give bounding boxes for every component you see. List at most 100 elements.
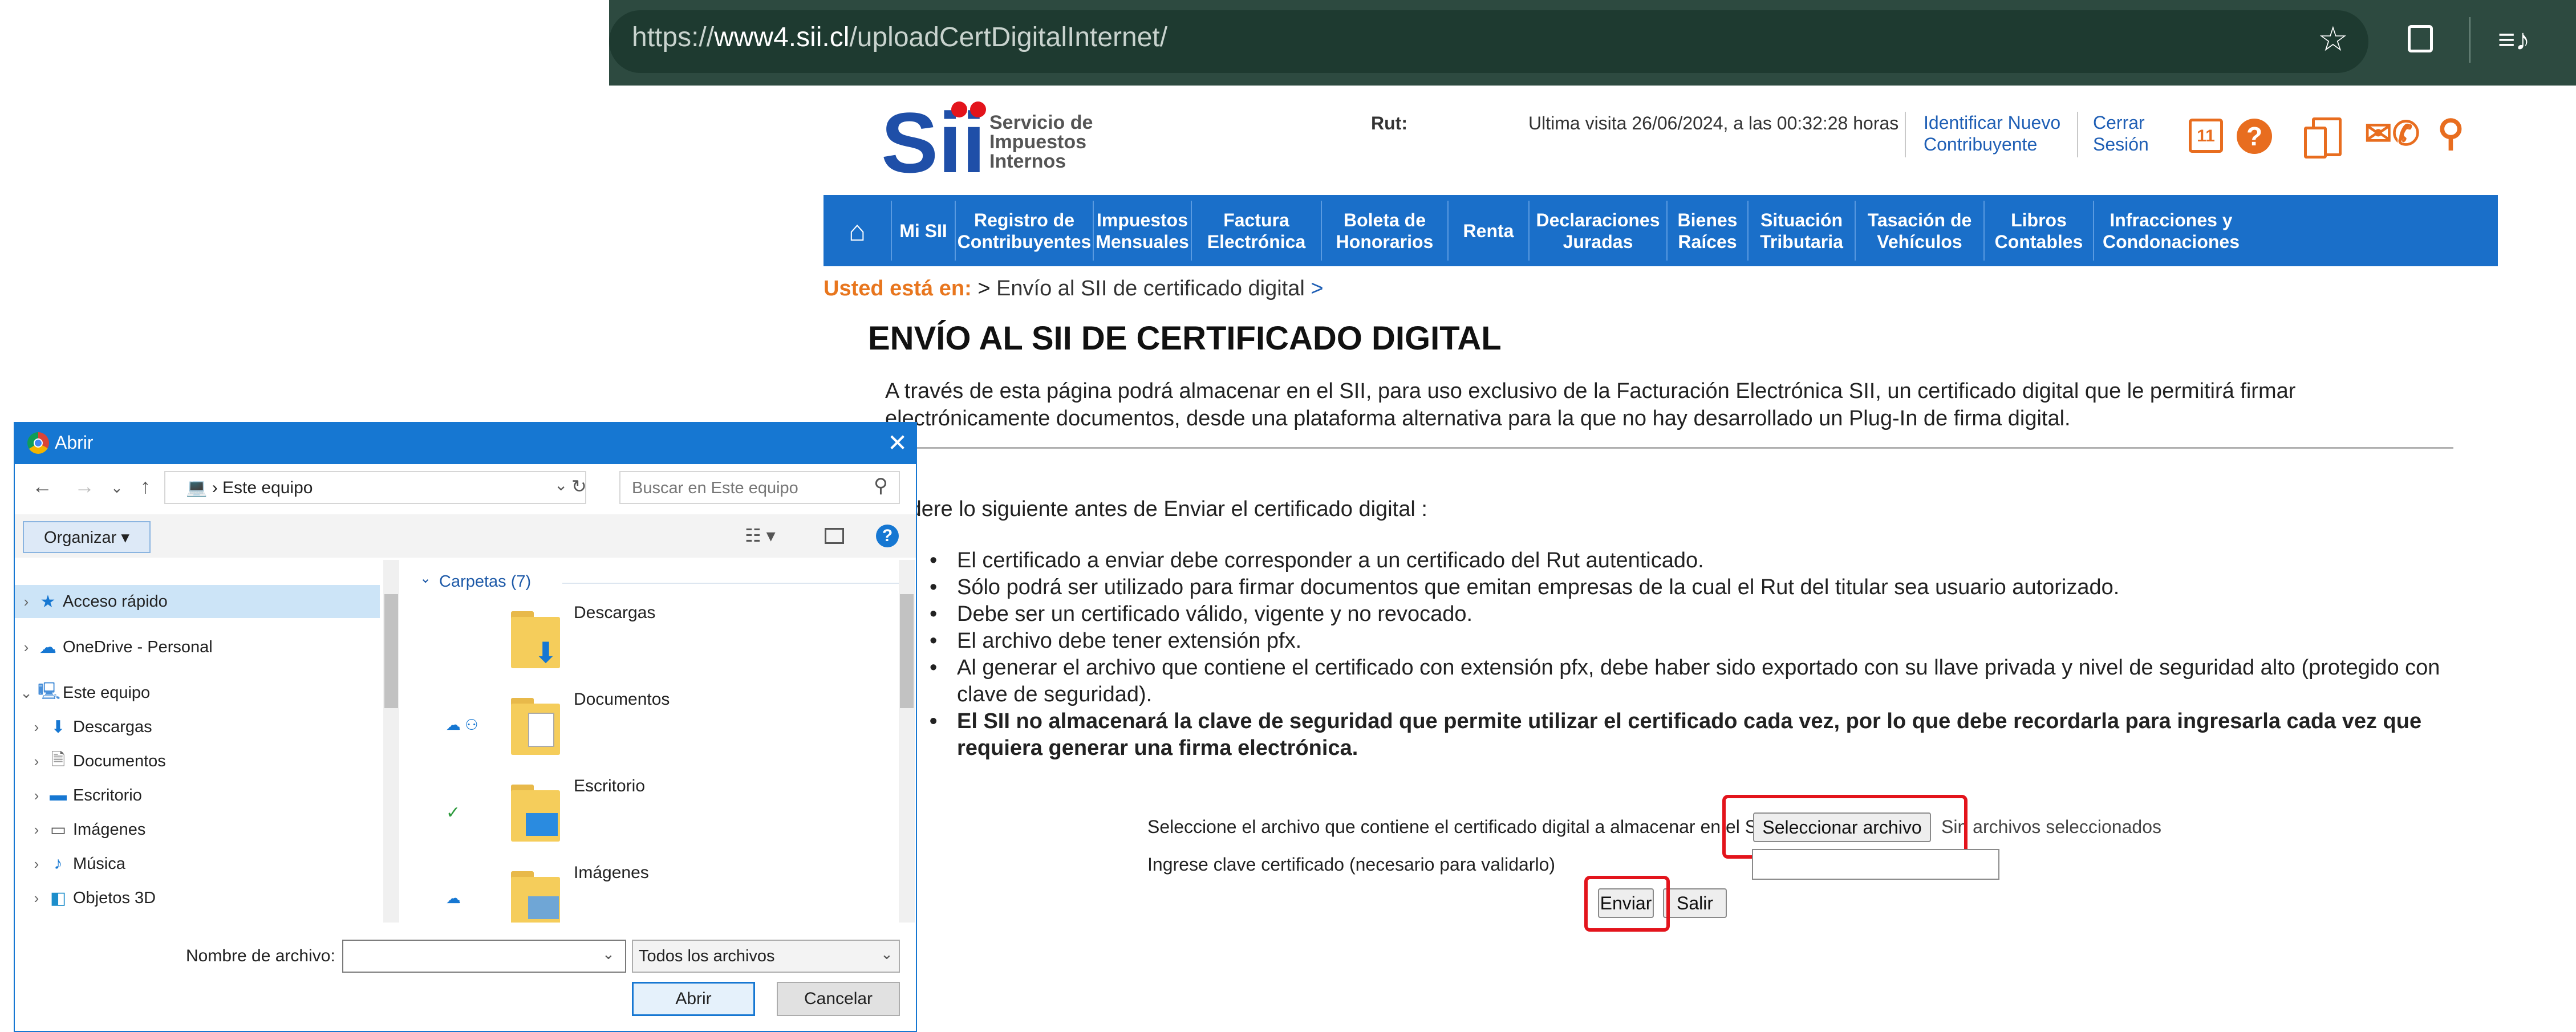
navigation-tree: › ★ Acceso rápido › ☁ OneDrive - Personal ⌄ 🖳… [15, 560, 380, 923]
extensions-icon[interactable] [2408, 25, 2433, 52]
chevron-down-icon[interactable]: ⌄ [554, 476, 567, 494]
tree-item-pictures[interactable]: › ▭ Imágenes [15, 813, 380, 846]
files-scrollbar-thumb[interactable] [900, 594, 914, 708]
rut-label: Rut: [1371, 113, 1407, 133]
download-icon: ⬇ [534, 637, 558, 669]
download-icon: ⬇ [51, 717, 66, 737]
list-item: Al generar el archivo que contiene el ce… [925, 655, 2476, 708]
star-icon[interactable]: ☆ [2318, 19, 2348, 59]
nav-item-tasacion[interactable]: Tasación de Vehículos [1856, 195, 1983, 266]
breadcrumb[interactable]: 💻 › Este equipo [186, 478, 313, 498]
cloud-icon: ☁ ⚇ [446, 716, 478, 733]
nav-item-renta[interactable]: Renta [1449, 195, 1528, 266]
header-separator [2077, 112, 2078, 157]
nav-item-bienes[interactable]: Bienes Raíces [1668, 195, 1747, 266]
exit-button[interactable]: Salir [1663, 888, 1727, 918]
view-options-icon[interactable]: ☷ ▾ [745, 525, 776, 546]
list-item: El SII no almacenará la clave de segurid… [925, 708, 2476, 762]
help-icon[interactable]: ? [876, 525, 899, 547]
image-icon: ▭ [50, 820, 67, 839]
identify-contributor-link[interactable]: Identificar Nuevo Contribuyente [1924, 112, 2060, 155]
address-url[interactable]: https://www4.sii.cl/uploadCertDigitalInt… [632, 22, 1167, 53]
tree-item-desktop[interactable]: › ▬ Escritorio [15, 779, 380, 812]
organize-button[interactable]: Organizar ▾ [23, 521, 151, 553]
nav-item-situacion[interactable]: Situación Tributaria [1749, 195, 1855, 266]
nav-item-declaraciones[interactable]: Declaraciones Juradas [1530, 195, 1666, 266]
document-icon: 🗎 [51, 750, 66, 769]
cloud-icon: ☁ [446, 889, 461, 907]
tree-item-quick-access[interactable]: › ★ Acceso rápido [15, 585, 380, 618]
open-button[interactable]: Abrir [632, 982, 755, 1016]
file-label: Seleccione el archivo que contiene el ce… [1147, 816, 1767, 837]
cloud-icon: ☁ [39, 637, 56, 657]
file-open-dialog: Abrir ✕ ← → ⌄ ↑ 💻 › Este equipo ⌄ ↻ Busc… [14, 422, 917, 1032]
refresh-icon[interactable]: ↻ [571, 476, 587, 497]
considerations-list: El certificado a enviar debe corresponde… [925, 547, 2476, 762]
forward-icon[interactable]: → [74, 474, 95, 498]
dialog-titlebar[interactable] [15, 423, 916, 464]
search-icon[interactable]: ⚲ [874, 474, 888, 497]
folder-item[interactable]: ✓ Escritorio [408, 773, 899, 859]
nav-item-mi-sii[interactable]: Mi SII [892, 195, 955, 266]
star-icon: ★ [40, 592, 56, 611]
cancel-button[interactable]: Cancelar [777, 982, 900, 1016]
folder-icon: ⬇ [511, 611, 562, 669]
contact-icon[interactable]: ✉✆ [2364, 114, 2420, 153]
considerations-heading: nsidere lo siguiente antes de Enviar el … [882, 497, 1427, 521]
list-item: Sólo podrá ser utilizado para firmar doc… [925, 574, 2476, 601]
no-file-status: Sin archivos seleccionados [1941, 816, 2161, 837]
nav-item-factura[interactable]: Factura Electrónica [1192, 195, 1321, 266]
dialog-title: Abrir [55, 432, 94, 453]
chevron-down-icon[interactable]: ⌄ [420, 570, 431, 587]
tree-item-3d-objects[interactable]: › ◧ Objetos 3D [15, 881, 380, 915]
help-icon[interactable]: ? [2237, 119, 2272, 154]
nav-item-impuestos[interactable]: Impuestos Mensuales [1094, 195, 1191, 266]
search-placeholder: Buscar en Este equipo [632, 479, 798, 497]
computer-icon: 🖳 [38, 681, 61, 701]
header-separator [1905, 112, 1906, 157]
desktop-icon [526, 813, 558, 836]
calendar-icon[interactable]: 11 [2189, 119, 2223, 153]
home-icon[interactable]: ⌂ [823, 195, 891, 266]
highlight-submit [1584, 876, 1670, 932]
tree-item-documents[interactable]: › 🗎 Documentos [15, 745, 380, 778]
main-nav: ⌂ Mi SII Registro de Contribuyentes Impue… [823, 195, 2498, 266]
media-icon[interactable]: ≡♪ [2498, 23, 2530, 57]
tree-item-this-pc[interactable]: ⌄ 🖳 Este equipo [15, 676, 380, 709]
chevron-down-icon[interactable]: ⌄ [111, 479, 123, 497]
folder-item[interactable]: ☁ ⚇ Documentos [408, 686, 899, 772]
tree-item-onedrive[interactable]: › ☁ OneDrive - Personal [15, 631, 380, 664]
file-type-select[interactable]: Todos los archivos [632, 940, 900, 973]
image-icon [528, 896, 559, 919]
filename-field[interactable] [342, 940, 626, 973]
sii-logo[interactable]: Sii [881, 98, 987, 181]
nav-item-libros[interactable]: Libros Contables [1985, 195, 2093, 266]
desktop-icon: ▬ [50, 786, 67, 805]
folder-item[interactable]: ☁ Imágenes [408, 860, 899, 923]
list-item: El certificado a enviar debe corresponde… [925, 547, 2476, 574]
logout-link[interactable]: Cerrar Sesión [2093, 112, 2149, 155]
nav-item-infracciones[interactable]: Infracciones y Condonaciones [2094, 195, 2248, 266]
up-icon[interactable]: ↑ [140, 474, 151, 498]
breadcrumb-current[interactable]: Envío al SII de certificado digital [996, 277, 1305, 300]
password-field[interactable] [1752, 849, 1999, 880]
nav-item-boleta[interactable]: Boleta de Honorarios [1322, 195, 1447, 266]
tree-item-music[interactable]: › ♪ Música [15, 847, 380, 880]
back-icon[interactable]: ← [32, 474, 52, 498]
folder-icon [511, 698, 562, 755]
nav-item-registro[interactable]: Registro de Contribuyentes [956, 195, 1093, 266]
chevron-down-icon[interactable]: ⌄ [881, 945, 893, 963]
close-icon[interactable]: ✕ [887, 429, 907, 457]
tree-scrollbar-thumb[interactable] [384, 594, 398, 708]
divider [885, 447, 2453, 449]
group-header[interactable]: Carpetas (7) [439, 572, 531, 591]
documents-icon-back [2304, 127, 2327, 159]
search-icon[interactable]: ⚲ [2437, 112, 2464, 155]
chevron-down-icon[interactable]: ⌄ [602, 945, 615, 963]
folder-item[interactable]: ⬇ Descargas [408, 600, 899, 685]
preview-pane-icon[interactable] [825, 528, 844, 544]
org-name: Servicio de Impuestos Internos [989, 112, 1093, 172]
last-visit: Ultima visita 26/06/2024, a las 00:32:28… [1528, 113, 1899, 133]
tree-item-downloads[interactable]: › ⬇ Descargas [15, 710, 380, 743]
cube-icon: ◧ [50, 888, 67, 908]
